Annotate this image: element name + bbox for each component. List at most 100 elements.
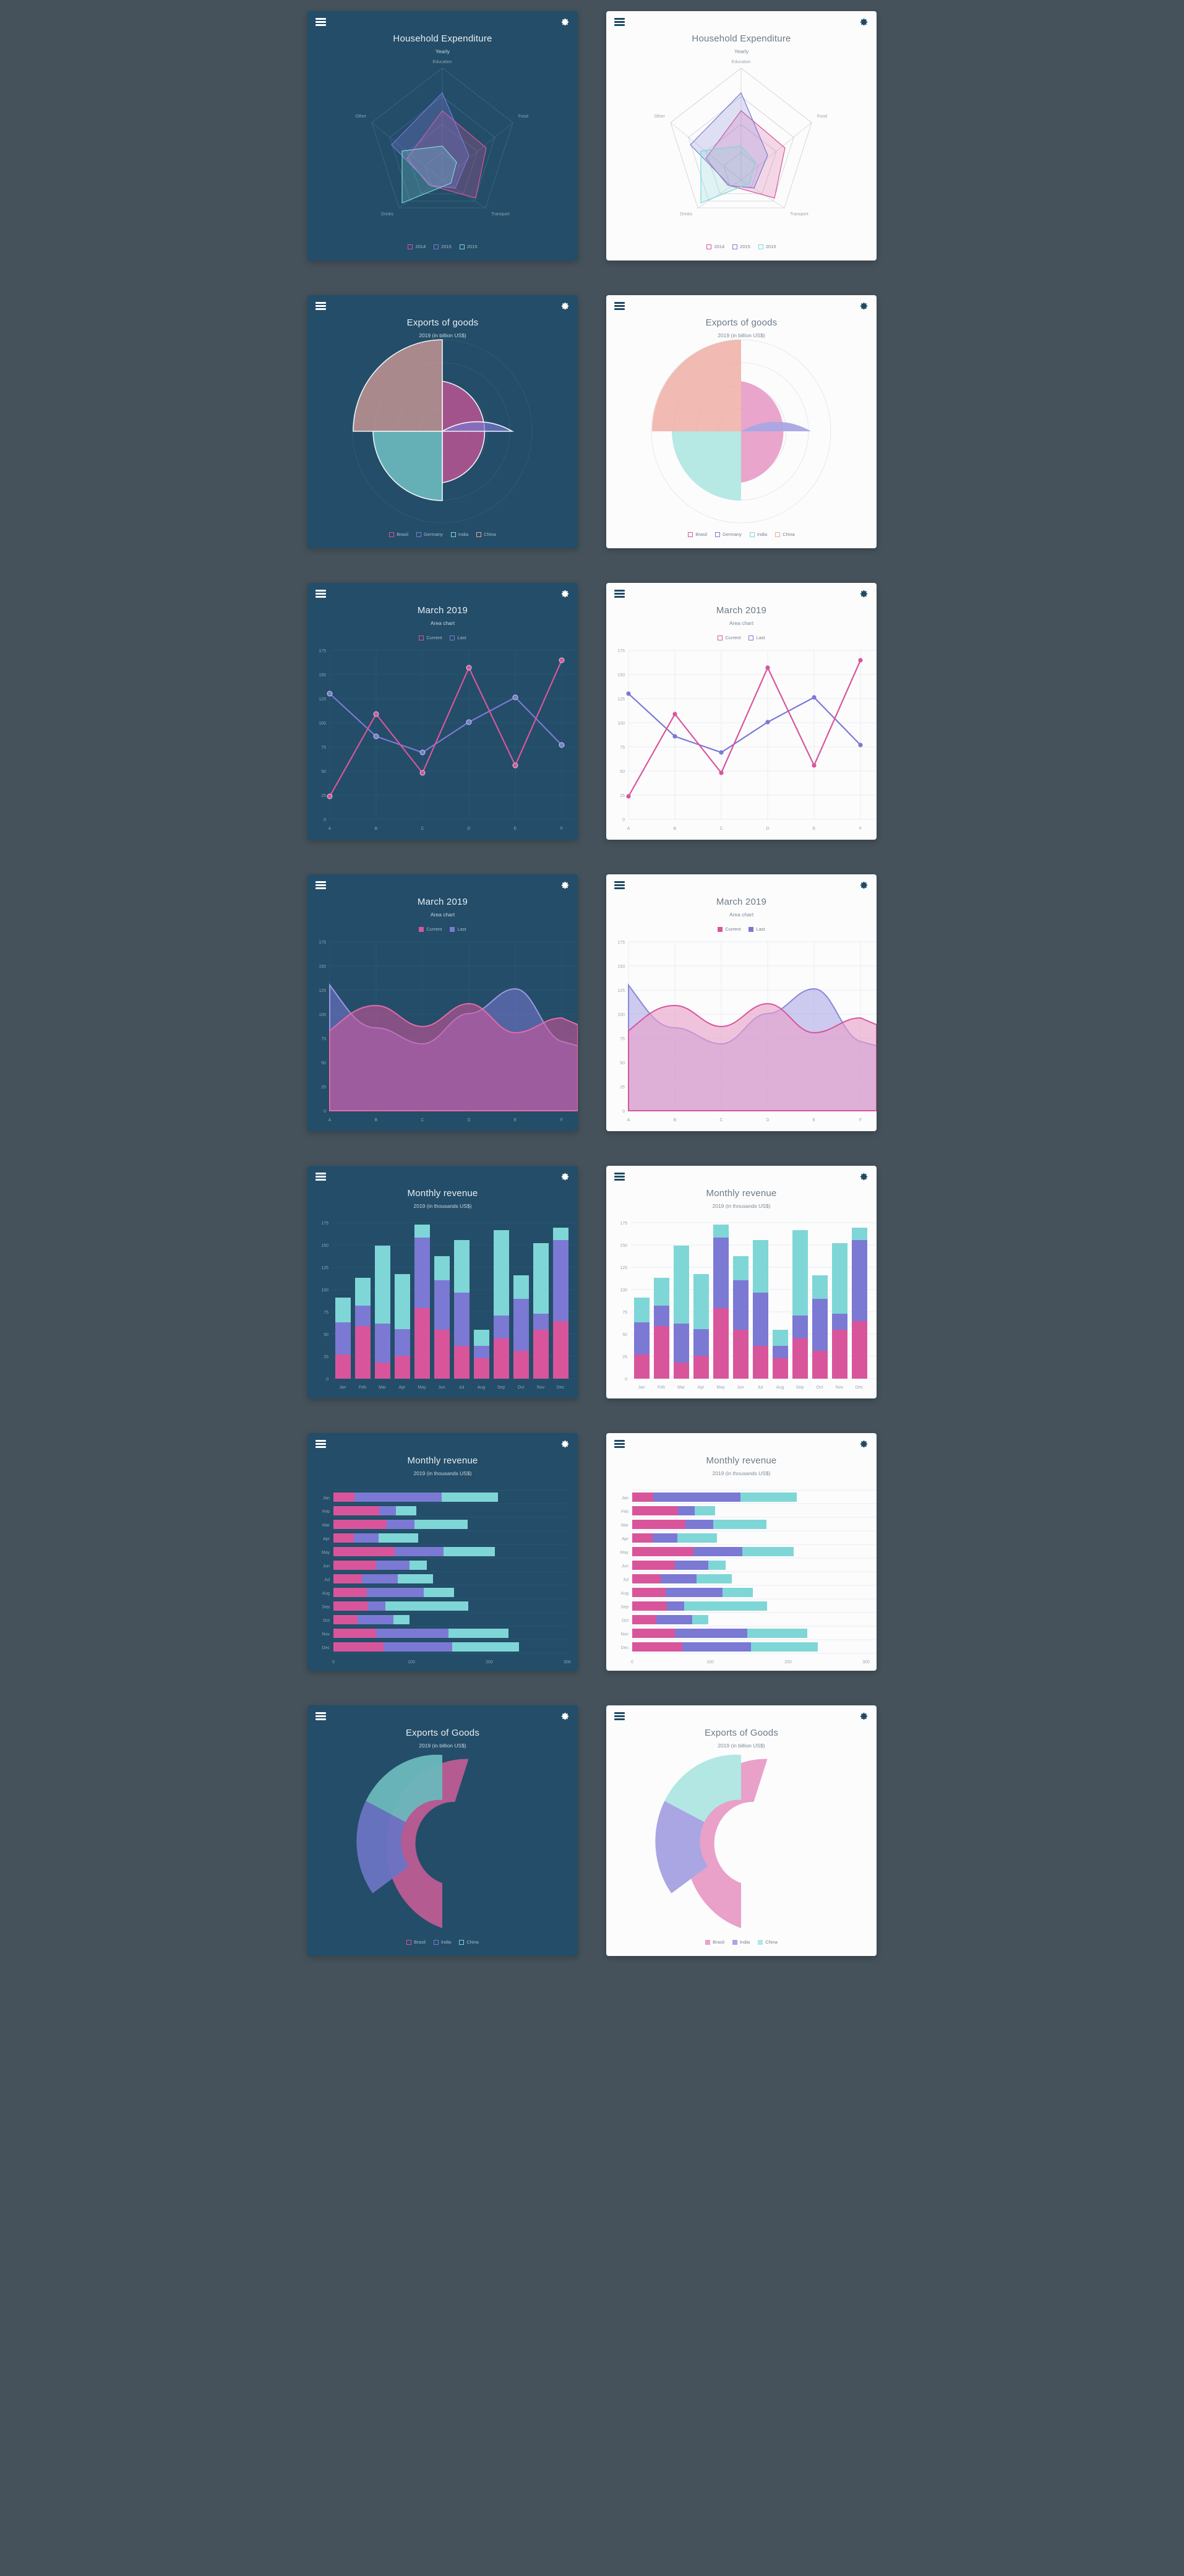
gear-icon[interactable] xyxy=(560,589,570,598)
hamburger-menu-icon[interactable] xyxy=(315,1712,326,1720)
gear-icon[interactable] xyxy=(859,1712,869,1721)
legend-item[interactable]: China xyxy=(758,1939,778,1945)
legend-item[interactable]: 2014 xyxy=(408,244,426,249)
gear-icon[interactable] xyxy=(859,881,869,890)
radar-plot-light: Education Food Transport Drinks Other xyxy=(606,54,877,238)
legend-swatch xyxy=(459,1939,465,1945)
svg-text:0: 0 xyxy=(625,1377,627,1382)
svg-text:E: E xyxy=(813,827,816,831)
svg-text:175: 175 xyxy=(620,1221,627,1226)
svg-text:25: 25 xyxy=(324,1355,328,1359)
gear-icon[interactable] xyxy=(560,301,570,311)
legend-item[interactable]: Brasil xyxy=(389,532,408,537)
legend-item[interactable]: China xyxy=(459,1939,479,1945)
svg-text:D: D xyxy=(766,1118,769,1122)
legend-label: Current xyxy=(426,635,442,640)
gear-icon[interactable] xyxy=(859,1172,869,1181)
legend-swatch xyxy=(749,532,755,537)
legend-item[interactable]: Current xyxy=(419,926,442,932)
legend-item[interactable]: Germany xyxy=(715,532,742,537)
gear-icon[interactable] xyxy=(560,1439,570,1449)
hamburger-menu-icon[interactable] xyxy=(315,17,326,26)
page-title: Household Expenditure xyxy=(692,33,791,44)
legend-item[interactable]: 2014 xyxy=(706,244,724,249)
svg-text:150: 150 xyxy=(319,673,326,678)
gear-icon[interactable] xyxy=(859,589,869,598)
svg-text:Aug: Aug xyxy=(621,1592,629,1596)
legend-item[interactable]: Last xyxy=(450,635,466,640)
legend-item[interactable]: Germany xyxy=(416,532,443,537)
legend-item[interactable]: Brasil xyxy=(688,532,707,537)
hamburger-menu-icon[interactable] xyxy=(315,1172,326,1181)
legend-label: China xyxy=(783,532,795,537)
legend-swatch xyxy=(450,635,455,640)
legend-item[interactable]: China xyxy=(775,532,795,537)
svg-text:125: 125 xyxy=(617,989,625,993)
hamburger-menu-icon[interactable] xyxy=(315,1439,326,1448)
gear-icon[interactable] xyxy=(859,301,869,311)
gear-icon[interactable] xyxy=(560,1712,570,1721)
hamburger-menu-icon[interactable] xyxy=(614,1172,625,1181)
card-header xyxy=(307,874,578,895)
card-header xyxy=(606,295,877,316)
legend-item[interactable]: India xyxy=(749,532,768,537)
card-subtitle: Yearly xyxy=(435,48,450,54)
hamburger-menu-icon[interactable] xyxy=(614,1439,625,1448)
polar-plot-dark xyxy=(307,338,578,524)
row-hbar: Monthly revenue 2019 (in thousands US$) xyxy=(307,1433,877,1671)
legend-item[interactable]: 2015 xyxy=(758,244,776,249)
card-area-dark: March 2019 Area chart Current Last 175 1… xyxy=(307,874,578,1131)
hamburger-menu-icon[interactable] xyxy=(614,301,625,310)
hamburger-menu-icon[interactable] xyxy=(614,1712,625,1720)
legend-item[interactable]: Brasil xyxy=(406,1939,426,1945)
legend-label: Germany xyxy=(424,532,443,537)
legend-item[interactable]: Last xyxy=(450,926,466,932)
legend-item[interactable]: 2015 xyxy=(732,244,750,249)
hamburger-menu-icon[interactable] xyxy=(614,881,625,889)
gear-icon[interactable] xyxy=(859,17,869,27)
hamburger-menu-icon[interactable] xyxy=(315,881,326,889)
svg-text:125: 125 xyxy=(617,697,625,702)
legend-item[interactable]: India xyxy=(732,1939,750,1945)
legend-item[interactable]: India xyxy=(450,532,468,537)
gear-icon[interactable] xyxy=(859,1439,869,1449)
page-title: March 2019 xyxy=(716,605,767,616)
legend-item[interactable]: Last xyxy=(749,926,765,932)
legend-item[interactable]: Brasil xyxy=(705,1939,724,1945)
legend-swatch xyxy=(459,244,465,249)
gear-icon[interactable] xyxy=(560,17,570,27)
legend-item[interactable]: 2015 xyxy=(459,244,478,249)
svg-text:50: 50 xyxy=(321,770,326,774)
hamburger-menu-icon[interactable] xyxy=(315,301,326,310)
svg-text:Jul: Jul xyxy=(758,1385,763,1390)
hamburger-menu-icon[interactable] xyxy=(614,17,625,26)
chart-gallery-page: Household Expenditure Yearly Education F… xyxy=(0,0,1184,1986)
legend-item[interactable]: China xyxy=(476,532,496,537)
legend-item[interactable]: Current xyxy=(718,635,740,640)
hamburger-menu-icon[interactable] xyxy=(315,589,326,598)
line-plot-dark: 175 150 125 100 75 50 25 0 A B C D E F xyxy=(307,645,578,840)
legend-item[interactable]: 2015 xyxy=(434,244,452,249)
legend-label: Brasil xyxy=(414,1939,426,1945)
legend-item[interactable]: Current xyxy=(419,635,442,640)
legend-swatch xyxy=(416,532,422,537)
legend-label: 2014 xyxy=(714,244,725,249)
svg-text:C: C xyxy=(421,827,424,831)
card-header xyxy=(307,1433,578,1454)
svg-text:Nov: Nov xyxy=(836,1385,844,1390)
legend-label: India xyxy=(757,532,768,537)
hbar-plot-light: Jan Feb Mar Apr May Jun Jul Aug Sep Oct … xyxy=(606,1485,877,1671)
svg-text:Jul: Jul xyxy=(623,1578,628,1582)
gear-icon[interactable] xyxy=(560,881,570,890)
hamburger-menu-icon[interactable] xyxy=(614,589,625,598)
page-title: Monthly revenue xyxy=(706,1455,777,1466)
legend-item[interactable]: Last xyxy=(749,635,765,640)
card-header xyxy=(307,583,578,604)
gear-icon[interactable] xyxy=(560,1172,570,1181)
legend-item[interactable]: India xyxy=(433,1939,451,1945)
svg-text:Apr: Apr xyxy=(323,1537,330,1541)
legend-item[interactable]: Current xyxy=(718,926,740,932)
svg-text:Transport: Transport xyxy=(491,212,510,217)
svg-text:Apr: Apr xyxy=(399,1385,406,1390)
svg-text:C: C xyxy=(719,827,723,831)
